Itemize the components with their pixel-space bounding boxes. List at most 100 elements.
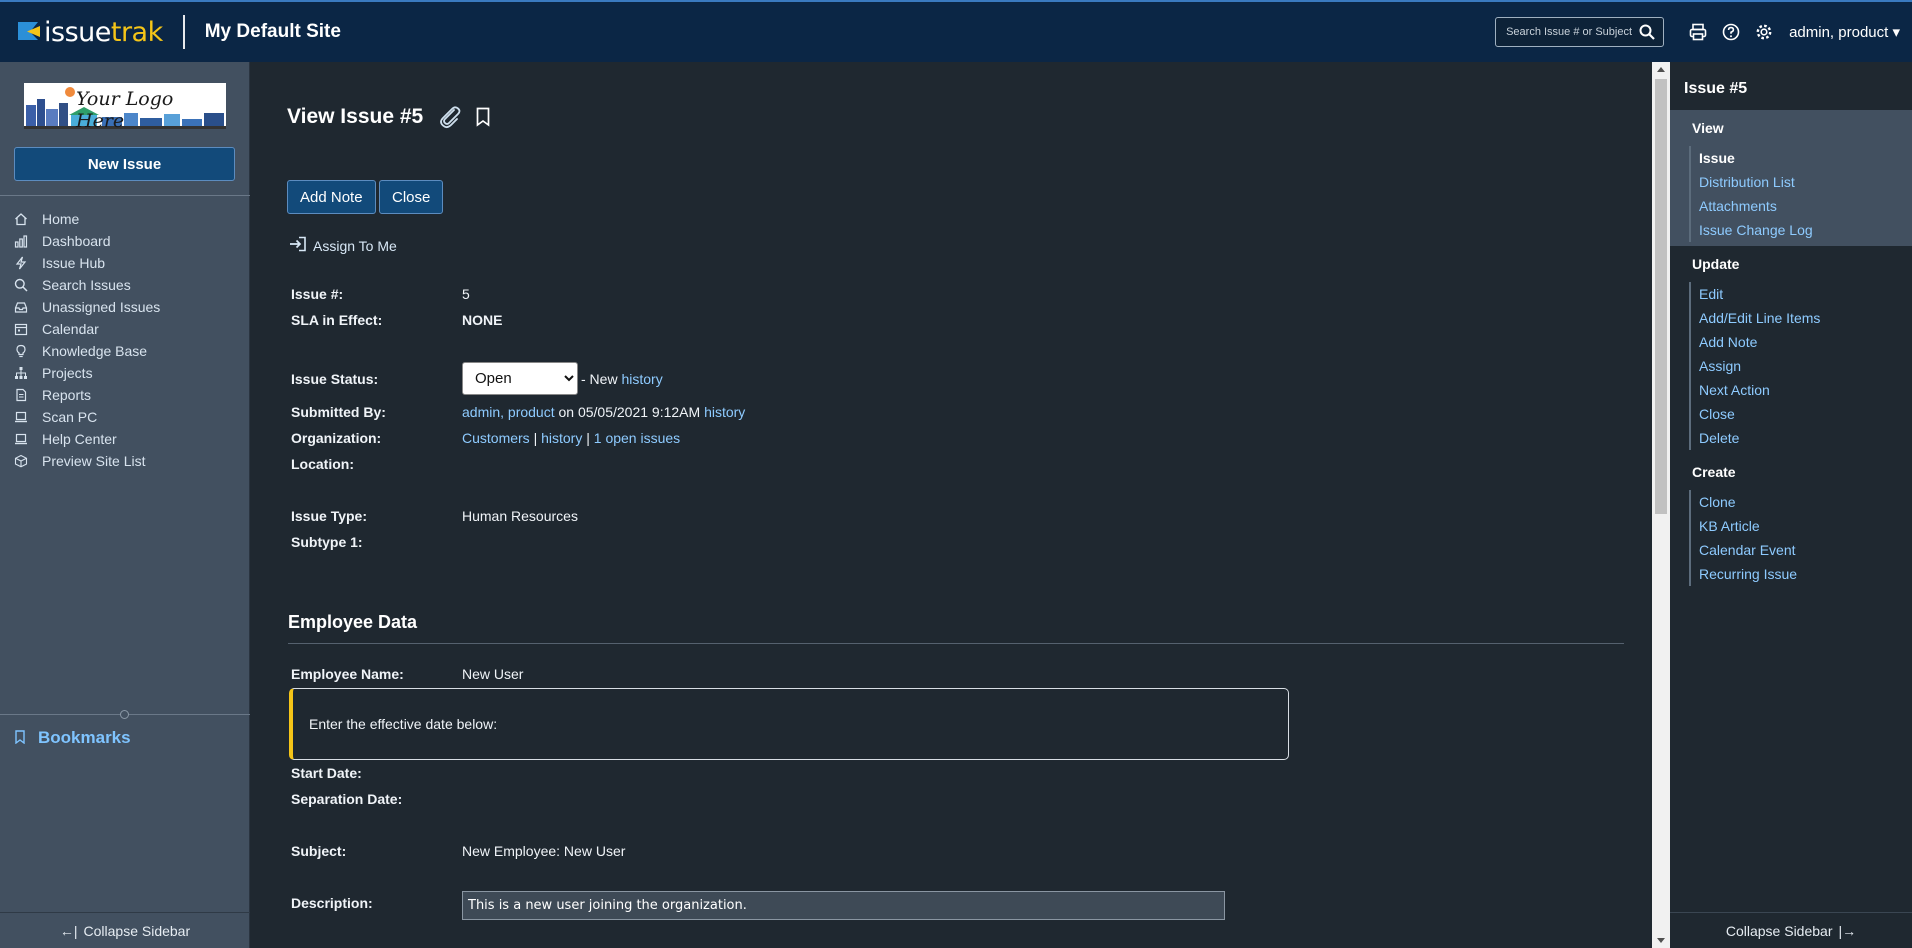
- scroll-up-arrow[interactable]: [1657, 67, 1665, 72]
- employee-name-label: Employee Name:: [291, 666, 404, 682]
- action-assign[interactable]: Assign: [1699, 354, 1820, 378]
- update-group: Update Edit Add/Edit Line Items Add Note…: [1689, 256, 1820, 450]
- resize-handle[interactable]: [120, 710, 129, 719]
- brand-divider: [182, 15, 185, 49]
- cube-icon: [14, 454, 28, 468]
- paperclip-icon[interactable]: [437, 104, 463, 130]
- sidebar-item-search-issues[interactable]: Search Issues: [0, 274, 250, 296]
- action-close[interactable]: Close: [1699, 402, 1820, 426]
- submitted-by-value: admin, product on 05/05/2021 9:12AM hist…: [462, 404, 746, 420]
- new-issue-button[interactable]: New Issue: [14, 147, 235, 181]
- top-bar: issuetrak My Default Site admin, product…: [0, 0, 1912, 62]
- collapse-right-icon: |→: [1838, 922, 1857, 939]
- lightbulb-icon: [14, 344, 28, 358]
- view-group: View Issue Distribution List Attachments…: [1689, 120, 1813, 242]
- effective-date-callout: Enter the effective date below:: [289, 688, 1289, 760]
- sidebar-item-knowledge-base[interactable]: Knowledge Base: [0, 340, 250, 362]
- action-kb-article[interactable]: KB Article: [1699, 514, 1797, 538]
- sidebar-item-help-center[interactable]: Help Center: [0, 428, 250, 450]
- close-button[interactable]: Close: [379, 180, 444, 214]
- lightning-icon: [14, 256, 28, 270]
- action-clone[interactable]: Clone: [1699, 490, 1797, 514]
- search-icon[interactable]: [1639, 24, 1655, 40]
- action-view-issue[interactable]: Issue: [1699, 146, 1813, 170]
- brand-logo[interactable]: issuetrak: [0, 2, 163, 62]
- sidebar-item-preview-site-list[interactable]: Preview Site List: [0, 450, 250, 472]
- right-sidebar: Issue #5 View Issue Distribution List At…: [1670, 62, 1912, 948]
- collapse-sidebar-left[interactable]: ←| Collapse Sidebar: [0, 912, 250, 948]
- location-label: Location:: [291, 456, 354, 472]
- sidebar-nav: Home Dashboard Issue Hub Search Issues U…: [0, 208, 250, 472]
- action-issue-change-log[interactable]: Issue Change Log: [1699, 218, 1813, 242]
- open-issues-link[interactable]: 1 open issues: [594, 430, 680, 446]
- home-icon: [14, 212, 28, 226]
- start-date-label: Start Date:: [291, 765, 362, 781]
- action-edit[interactable]: Edit: [1699, 282, 1820, 306]
- bookmark-icon[interactable]: [475, 107, 491, 127]
- create-heading: Create: [1692, 464, 1736, 480]
- assign-to-me-link[interactable]: Assign To Me: [289, 236, 397, 255]
- status-detail: - New history: [581, 371, 663, 387]
- main-content: View Issue #5 Add Note Close Assign To M…: [251, 62, 1652, 948]
- issue-number-value: 5: [462, 286, 470, 302]
- site-logo: Your Logo Here: [24, 83, 226, 129]
- collapse-sidebar-right[interactable]: Collapse Sidebar |→: [1670, 912, 1912, 948]
- action-delete[interactable]: Delete: [1699, 426, 1820, 450]
- sidebar-item-dashboard[interactable]: Dashboard: [0, 230, 250, 252]
- action-calendar-event[interactable]: Calendar Event: [1699, 538, 1797, 562]
- search-icon: [14, 278, 28, 292]
- issuetrak-logo-icon: [18, 22, 40, 42]
- separation-date-label: Separation Date:: [291, 791, 403, 807]
- employee-name-value: New User: [462, 666, 524, 682]
- user-menu[interactable]: admin, product ▾: [1789, 23, 1900, 41]
- report-icon: [14, 388, 28, 402]
- description-box: This is a new user joining the organizat…: [462, 891, 1225, 920]
- issue-type-label: Issue Type:: [291, 508, 367, 524]
- sidebar-item-projects[interactable]: Projects: [0, 362, 250, 384]
- main-scrollbar[interactable]: [1652, 62, 1670, 948]
- submitted-history-link[interactable]: history: [704, 404, 745, 420]
- sidebar-item-issue-hub[interactable]: Issue Hub: [0, 252, 250, 274]
- sidebar-item-unassigned-issues[interactable]: Unassigned Issues: [0, 296, 250, 318]
- sidebar-item-scan-pc[interactable]: Scan PC: [0, 406, 250, 428]
- sidebar-item-reports[interactable]: Reports: [0, 384, 250, 406]
- status-history-link[interactable]: history: [621, 371, 662, 387]
- action-distribution-list[interactable]: Distribution List: [1699, 170, 1813, 194]
- search-input[interactable]: [1506, 26, 1637, 38]
- calendar-icon: [14, 322, 28, 336]
- subject-label: Subject:: [291, 843, 347, 859]
- section-divider: [288, 643, 1624, 644]
- scroll-thumb[interactable]: [1655, 79, 1667, 514]
- collapse-left-icon: ←|: [59, 922, 78, 939]
- sla-value: NONE: [462, 312, 503, 328]
- create-group: Create Clone KB Article Calendar Event R…: [1689, 464, 1797, 586]
- organization-link[interactable]: Customers: [462, 430, 530, 446]
- help-icon[interactable]: [1721, 22, 1741, 42]
- submitter-link[interactable]: admin, product: [462, 404, 555, 420]
- site-title: My Default Site: [204, 21, 341, 42]
- page-title: View Issue #5: [287, 104, 491, 130]
- dashboard-icon: [14, 234, 28, 248]
- sidebar-item-calendar[interactable]: Calendar: [0, 318, 250, 340]
- inbox-icon: [14, 300, 28, 314]
- organization-history-link[interactable]: history: [541, 430, 582, 446]
- action-add-edit-line-items[interactable]: Add/Edit Line Items: [1699, 306, 1820, 330]
- assign-icon: [289, 236, 307, 255]
- bookmarks-header[interactable]: Bookmarks: [14, 728, 131, 748]
- organization-value: Customers | history | 1 open issues: [462, 430, 681, 446]
- scroll-down-arrow[interactable]: [1657, 938, 1665, 943]
- action-next-action[interactable]: Next Action: [1699, 378, 1820, 402]
- issue-status-select[interactable]: Open: [462, 362, 578, 395]
- update-heading: Update: [1692, 256, 1740, 272]
- issue-number-label: Issue #:: [291, 286, 344, 302]
- brand-text: issuetrak: [44, 16, 163, 48]
- action-attachments[interactable]: Attachments: [1699, 194, 1813, 218]
- print-icon[interactable]: [1688, 22, 1708, 42]
- gear-icon[interactable]: [1754, 22, 1774, 42]
- issue-sidebar-title: Issue #5: [1684, 80, 1748, 97]
- logo-text: Your Logo Here: [76, 88, 174, 129]
- sidebar-item-home[interactable]: Home: [0, 208, 250, 230]
- add-note-button[interactable]: Add Note: [287, 180, 376, 214]
- action-recurring-issue[interactable]: Recurring Issue: [1699, 562, 1797, 586]
- action-add-note[interactable]: Add Note: [1699, 330, 1820, 354]
